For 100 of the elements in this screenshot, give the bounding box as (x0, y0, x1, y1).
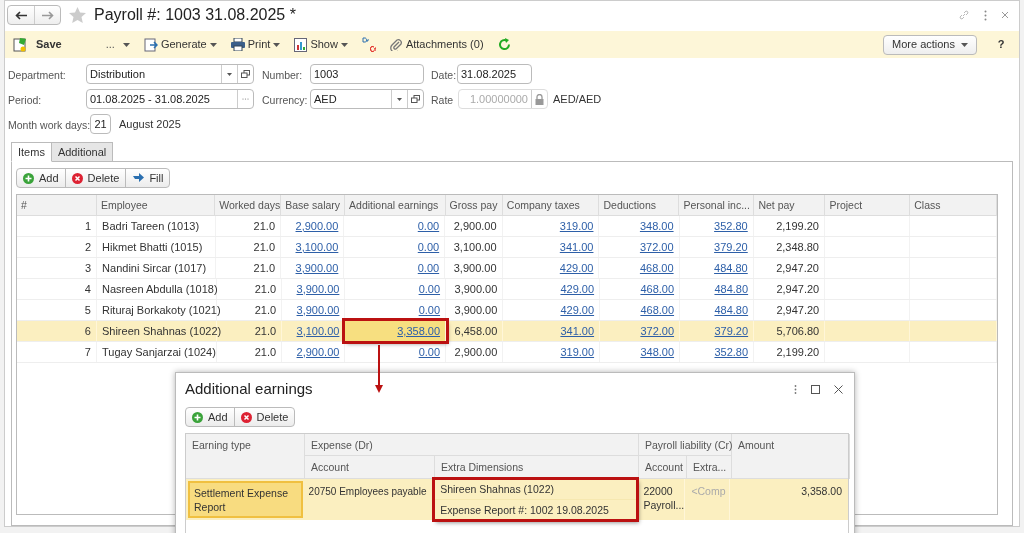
delete-button[interactable]: Delete (64, 169, 126, 187)
amount-link[interactable]: 429.00 (560, 280, 595, 298)
amount-link[interactable]: 429.00 (560, 301, 595, 319)
column-header[interactable]: Class (910, 195, 997, 215)
column-header[interactable]: Worked days (215, 195, 282, 215)
more-button[interactable]: ... (105, 36, 130, 53)
kebab-menu-icon[interactable] (794, 384, 797, 394)
kebab-menu-icon[interactable] (984, 9, 987, 21)
amount-link[interactable]: 3,100.00 (295, 238, 339, 256)
table-row[interactable]: Settlement Expense Report 20750 Employees payable Shireen Shahnas (1022) Expense Report #: 1002 19.08.2025 22000 Payroll... <Comp 3,358.00 (186, 479, 848, 520)
fill-button[interactable]: Fill (125, 169, 170, 187)
column-header[interactable]: Base salary (281, 195, 346, 215)
amount-link[interactable]: 372.00 (639, 238, 674, 256)
amount-link[interactable]: 379.20 (714, 322, 749, 340)
work-days-field[interactable]: 21 (90, 114, 111, 134)
amount-link[interactable]: 468.00 (639, 259, 674, 277)
save-icon (13, 37, 28, 52)
amount-link[interactable]: 429.00 (559, 259, 594, 277)
dropdown-icon[interactable] (227, 72, 232, 76)
input-field[interactable]: 31.08.2025 (457, 64, 532, 84)
amount-link[interactable]: 348.00 (640, 343, 675, 361)
table-row[interactable]: 6 Shireen Shahnas (1022) 21.0 3,100.00 3,358.00 6,458.00 341.00 372.00 379.20 5,706.80 (17, 321, 997, 342)
table-row[interactable]: 7 Tugay Sanjarzai (1024) 21.0 2,900.00 0.00 2,900.00 319.00 348.00 352.80 2,199.20 (17, 342, 997, 363)
amount-link[interactable]: 319.00 (559, 217, 594, 235)
amount-link[interactable]: 3,900.00 (296, 280, 340, 298)
amount-link[interactable]: 3,900.00 (295, 259, 339, 277)
dropdown-icon[interactable] (397, 97, 402, 101)
open-window-icon[interactable] (241, 70, 250, 78)
amount-link[interactable]: 484.80 (714, 259, 748, 277)
table-row[interactable]: 3 Nandini Sircar (1017) 21.0 3,900.00 0.00 3,900.00 429.00 468.00 484.80 2,947.20 (17, 258, 997, 279)
table-row[interactable]: 5 Rituraj Borkakoty (1021) 21.0 3,900.00 0.00 3,900.00 429.00 468.00 484.80 2,947.20 (17, 300, 997, 321)
delete-button[interactable]: Delete (233, 408, 295, 426)
amount-link[interactable]: 484.80 (714, 301, 749, 319)
amount-link[interactable]: 484.80 (714, 280, 749, 298)
input-field[interactable]: Distribution (86, 64, 254, 84)
amount-link[interactable]: 468.00 (640, 301, 675, 319)
amount-link[interactable]: 352.80 (714, 217, 748, 235)
table-cell-text: 6,458.00 (454, 323, 498, 339)
column-header[interactable]: Company taxes (502, 195, 600, 215)
debit-credit-icon[interactable] (361, 36, 376, 53)
column-header[interactable]: Project (825, 195, 911, 215)
amount-link[interactable]: 319.00 (560, 343, 595, 361)
column-header[interactable]: Additional earnings (345, 195, 446, 215)
close-icon[interactable] (834, 384, 843, 394)
amount-link[interactable]: 379.20 (714, 238, 748, 256)
table-cell-text: Nandini Sircar (1017) (102, 260, 207, 276)
menu-button[interactable]: Generate (143, 36, 217, 53)
caret-icon (209, 42, 217, 47)
column-header[interactable]: # (17, 195, 97, 215)
column-header[interactable]: Gross pay (445, 195, 503, 215)
more-actions-button[interactable]: More actions (883, 34, 977, 55)
help-button[interactable]: ? (991, 36, 1011, 53)
amount-link[interactable]: 341.00 (559, 238, 594, 256)
amount-link[interactable]: 348.00 (639, 217, 674, 235)
refresh-icon[interactable] (497, 38, 511, 51)
input-field[interactable]: 01.08.2025 - 31.08.2025 (86, 89, 254, 109)
column-header[interactable]: Deductions (599, 195, 680, 215)
column-header[interactable]: Net pay (754, 195, 826, 215)
save-button[interactable]: Save (13, 36, 62, 53)
menu-button[interactable]: Print (230, 36, 281, 53)
column-header[interactable]: Employee (96, 195, 216, 215)
amount-link[interactable]: 0.00 (417, 238, 440, 256)
amount-link[interactable]: 468.00 (640, 280, 675, 298)
table-row[interactable]: 2 Hikmet Bhatti (1015) 21.0 3,100.00 0.00 3,100.00 341.00 372.00 379.20 2,348.80 (17, 237, 997, 258)
column-header[interactable]: Payroll liability (Cr) (639, 434, 732, 456)
column-header[interactable]: Expense (Dr) (305, 434, 639, 456)
column-header[interactable]: Personal inc... (679, 195, 755, 215)
table-cell-text: Shireen Shahnas (1022) (101, 323, 222, 339)
table-cell-text: 2,947.20 (776, 260, 819, 276)
amount-link[interactable]: 2,900.00 (296, 343, 340, 361)
amount-link[interactable]: 341.00 (560, 322, 595, 340)
field-label: Period: (8, 94, 42, 106)
input-field[interactable]: AED (310, 89, 424, 109)
add-button[interactable]: Add (17, 169, 65, 187)
add-button[interactable]: Add (186, 408, 234, 426)
amount-link[interactable]: 0.00 (417, 259, 440, 277)
table-row[interactable]: 1 Badri Tareen (1013) 21.0 2,900.00 0.00 2,900.00 319.00 348.00 352.80 2,199.20 (17, 216, 997, 237)
amount-link[interactable]: 3,100.00 (296, 322, 340, 340)
amount-link[interactable]: 372.00 (640, 322, 675, 340)
amount-link[interactable]: 0.00 (417, 217, 440, 235)
star-icon[interactable] (69, 7, 86, 23)
tab[interactable]: Items (11, 142, 52, 162)
tab[interactable]: Additional (51, 142, 114, 162)
input-field[interactable]: 1003 (310, 64, 424, 84)
amount-link[interactable]: 0.00 (418, 280, 441, 298)
attachments-button[interactable]: Attachments (0) (389, 36, 484, 53)
amount-link[interactable]: 352.80 (714, 343, 749, 361)
column-header[interactable]: Extra Dimensions (435, 456, 639, 479)
open-window-icon[interactable] (411, 95, 420, 103)
table-row[interactable]: 4 Nasreen Abdulla (1018) 21.0 3,900.00 0.00 3,900.00 429.00 468.00 484.80 2,947.20 (17, 279, 997, 300)
document-icon (143, 37, 158, 52)
field-label: Currency: (262, 94, 308, 106)
amount-link[interactable]: 0.00 (418, 343, 441, 361)
amount-link[interactable]: 3,900.00 (296, 301, 340, 319)
amount-link[interactable]: 2,900.00 (295, 217, 339, 235)
menu-button[interactable]: Show (294, 36, 348, 53)
maximize-icon[interactable] (811, 384, 820, 394)
table-cell-text: 1 (85, 218, 92, 234)
amount-link[interactable]: 0.00 (418, 301, 441, 319)
callout-arrow (375, 345, 383, 393)
